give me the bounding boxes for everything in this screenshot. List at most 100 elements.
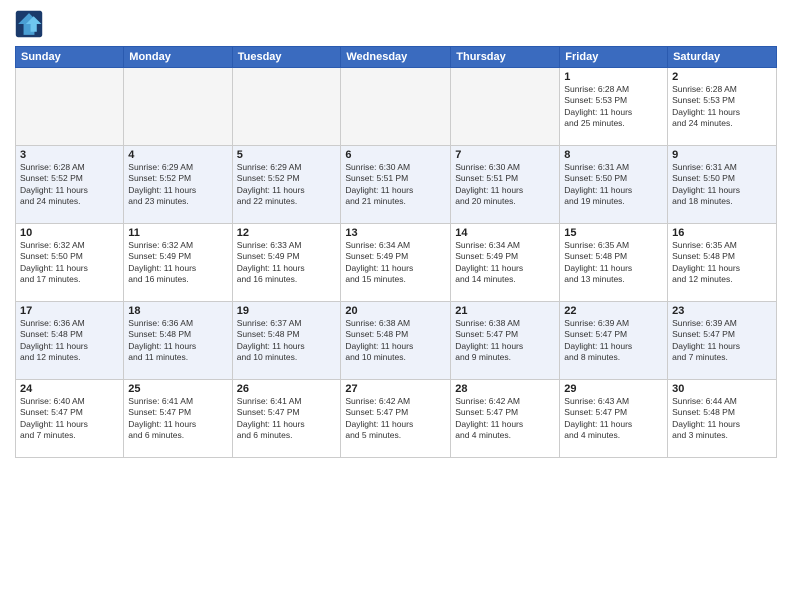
calendar-cell: 5Sunrise: 6:29 AM Sunset: 5:52 PM Daylig… [232, 146, 341, 224]
day-number: 27 [345, 383, 446, 395]
day-info: Sunrise: 6:38 AM Sunset: 5:48 PM Dayligh… [345, 318, 446, 364]
calendar-week-row: 1 Sunrise: 6:28 AM Sunset: 5:53 PM Daylig… [16, 68, 777, 146]
day-number: 14 [455, 227, 555, 239]
calendar-cell: 28Sunrise: 6:42 AM Sunset: 5:47 PM Dayli… [451, 380, 560, 458]
day-info: Sunrise: 6:29 AM Sunset: 5:52 PM Dayligh… [237, 162, 337, 208]
calendar-cell: 23Sunrise: 6:39 AM Sunset: 5:47 PM Dayli… [668, 302, 777, 380]
day-info: Sunrise: 6:36 AM Sunset: 5:48 PM Dayligh… [128, 318, 227, 364]
day-number: 6 [345, 149, 446, 161]
weekday-header: Sunday [16, 47, 124, 68]
day-number: 29 [564, 383, 663, 395]
calendar-cell: 27Sunrise: 6:42 AM Sunset: 5:47 PM Dayli… [341, 380, 451, 458]
calendar-cell: 21Sunrise: 6:38 AM Sunset: 5:47 PM Dayli… [451, 302, 560, 380]
calendar-cell [451, 68, 560, 146]
day-number: 9 [672, 149, 772, 161]
weekday-header: Wednesday [341, 47, 451, 68]
day-info: Sunrise: 6:39 AM Sunset: 5:47 PM Dayligh… [564, 318, 663, 364]
calendar-cell [16, 68, 124, 146]
day-info: Sunrise: 6:41 AM Sunset: 5:47 PM Dayligh… [237, 396, 337, 442]
calendar-cell: 8Sunrise: 6:31 AM Sunset: 5:50 PM Daylig… [560, 146, 668, 224]
calendar-cell [232, 68, 341, 146]
weekday-header: Monday [124, 47, 232, 68]
day-number: 18 [128, 305, 227, 317]
weekday-header-row: SundayMondayTuesdayWednesdayThursdayFrid… [16, 47, 777, 68]
calendar-cell: 3Sunrise: 6:28 AM Sunset: 5:52 PM Daylig… [16, 146, 124, 224]
day-number: 19 [237, 305, 337, 317]
day-info: Sunrise: 6:34 AM Sunset: 5:49 PM Dayligh… [455, 240, 555, 286]
logo [15, 10, 47, 38]
weekday-header: Saturday [668, 47, 777, 68]
day-number: 7 [455, 149, 555, 161]
day-number: 16 [672, 227, 772, 239]
day-info: Sunrise: 6:32 AM Sunset: 5:49 PM Dayligh… [128, 240, 227, 286]
day-info: Sunrise: 6:33 AM Sunset: 5:49 PM Dayligh… [237, 240, 337, 286]
day-number: 2 [672, 71, 772, 83]
day-number: 17 [20, 305, 119, 317]
day-number: 26 [237, 383, 337, 395]
weekday-header: Thursday [451, 47, 560, 68]
day-number: 30 [672, 383, 772, 395]
day-info: Sunrise: 6:31 AM Sunset: 5:50 PM Dayligh… [672, 162, 772, 208]
calendar-cell: 26Sunrise: 6:41 AM Sunset: 5:47 PM Dayli… [232, 380, 341, 458]
calendar-week-row: 3Sunrise: 6:28 AM Sunset: 5:52 PM Daylig… [16, 146, 777, 224]
day-info: Sunrise: 6:42 AM Sunset: 5:47 PM Dayligh… [345, 396, 446, 442]
day-number: 22 [564, 305, 663, 317]
day-info: Sunrise: 6:38 AM Sunset: 5:47 PM Dayligh… [455, 318, 555, 364]
day-info: Sunrise: 6:40 AM Sunset: 5:47 PM Dayligh… [20, 396, 119, 442]
calendar-cell: 11Sunrise: 6:32 AM Sunset: 5:49 PM Dayli… [124, 224, 232, 302]
calendar: SundayMondayTuesdayWednesdayThursdayFrid… [15, 46, 777, 458]
day-info: Sunrise: 6:29 AM Sunset: 5:52 PM Dayligh… [128, 162, 227, 208]
calendar-cell: 4Sunrise: 6:29 AM Sunset: 5:52 PM Daylig… [124, 146, 232, 224]
day-number: 4 [128, 149, 227, 161]
calendar-cell: 13Sunrise: 6:34 AM Sunset: 5:49 PM Dayli… [341, 224, 451, 302]
page: SundayMondayTuesdayWednesdayThursdayFrid… [0, 0, 792, 612]
calendar-cell: 1Sunrise: 6:28 AM Sunset: 5:53 PM Daylig… [560, 68, 668, 146]
calendar-cell: 9Sunrise: 6:31 AM Sunset: 5:50 PM Daylig… [668, 146, 777, 224]
calendar-cell: 17Sunrise: 6:36 AM Sunset: 5:48 PM Dayli… [16, 302, 124, 380]
calendar-cell: 7Sunrise: 6:30 AM Sunset: 5:51 PM Daylig… [451, 146, 560, 224]
weekday-header: Friday [560, 47, 668, 68]
day-number: 20 [345, 305, 446, 317]
calendar-cell: 24Sunrise: 6:40 AM Sunset: 5:47 PM Dayli… [16, 380, 124, 458]
day-info: Sunrise: 6:30 AM Sunset: 5:51 PM Dayligh… [345, 162, 446, 208]
day-number: 25 [128, 383, 227, 395]
day-number: 5 [237, 149, 337, 161]
day-info: Sunrise: 6:42 AM Sunset: 5:47 PM Dayligh… [455, 396, 555, 442]
calendar-cell [124, 68, 232, 146]
calendar-cell: 16Sunrise: 6:35 AM Sunset: 5:48 PM Dayli… [668, 224, 777, 302]
day-info: Sunrise: 6:41 AM Sunset: 5:47 PM Dayligh… [128, 396, 227, 442]
day-info: Sunrise: 6:36 AM Sunset: 5:48 PM Dayligh… [20, 318, 119, 364]
weekday-header: Tuesday [232, 47, 341, 68]
day-info: Sunrise: 6:35 AM Sunset: 5:48 PM Dayligh… [672, 240, 772, 286]
calendar-cell: 19Sunrise: 6:37 AM Sunset: 5:48 PM Dayli… [232, 302, 341, 380]
calendar-cell: 14Sunrise: 6:34 AM Sunset: 5:49 PM Dayli… [451, 224, 560, 302]
day-info: Sunrise: 6:37 AM Sunset: 5:48 PM Dayligh… [237, 318, 337, 364]
day-info: Sunrise: 6:44 AM Sunset: 5:48 PM Dayligh… [672, 396, 772, 442]
calendar-cell [341, 68, 451, 146]
day-info: Sunrise: 6:35 AM Sunset: 5:48 PM Dayligh… [564, 240, 663, 286]
day-number: 28 [455, 383, 555, 395]
day-number: 15 [564, 227, 663, 239]
calendar-cell: 25Sunrise: 6:41 AM Sunset: 5:47 PM Dayli… [124, 380, 232, 458]
calendar-cell: 15Sunrise: 6:35 AM Sunset: 5:48 PM Dayli… [560, 224, 668, 302]
day-number: 1 [564, 71, 663, 83]
day-info: Sunrise: 6:28 AM Sunset: 5:52 PM Dayligh… [20, 162, 119, 208]
day-info: Sunrise: 6:30 AM Sunset: 5:51 PM Dayligh… [455, 162, 555, 208]
day-info: Sunrise: 6:28 AM Sunset: 5:53 PM Dayligh… [672, 84, 772, 130]
calendar-week-row: 24Sunrise: 6:40 AM Sunset: 5:47 PM Dayli… [16, 380, 777, 458]
calendar-cell: 2Sunrise: 6:28 AM Sunset: 5:53 PM Daylig… [668, 68, 777, 146]
calendar-week-row: 17Sunrise: 6:36 AM Sunset: 5:48 PM Dayli… [16, 302, 777, 380]
day-info: Sunrise: 6:31 AM Sunset: 5:50 PM Dayligh… [564, 162, 663, 208]
calendar-cell: 10Sunrise: 6:32 AM Sunset: 5:50 PM Dayli… [16, 224, 124, 302]
calendar-cell: 6Sunrise: 6:30 AM Sunset: 5:51 PM Daylig… [341, 146, 451, 224]
calendar-week-row: 10Sunrise: 6:32 AM Sunset: 5:50 PM Dayli… [16, 224, 777, 302]
day-number: 13 [345, 227, 446, 239]
calendar-cell: 29Sunrise: 6:43 AM Sunset: 5:47 PM Dayli… [560, 380, 668, 458]
day-number: 24 [20, 383, 119, 395]
calendar-cell: 22Sunrise: 6:39 AM Sunset: 5:47 PM Dayli… [560, 302, 668, 380]
day-info: Sunrise: 6:43 AM Sunset: 5:47 PM Dayligh… [564, 396, 663, 442]
day-info: Sunrise: 6:39 AM Sunset: 5:47 PM Dayligh… [672, 318, 772, 364]
calendar-cell: 18Sunrise: 6:36 AM Sunset: 5:48 PM Dayli… [124, 302, 232, 380]
day-number: 10 [20, 227, 119, 239]
day-info: Sunrise: 6:32 AM Sunset: 5:50 PM Dayligh… [20, 240, 119, 286]
